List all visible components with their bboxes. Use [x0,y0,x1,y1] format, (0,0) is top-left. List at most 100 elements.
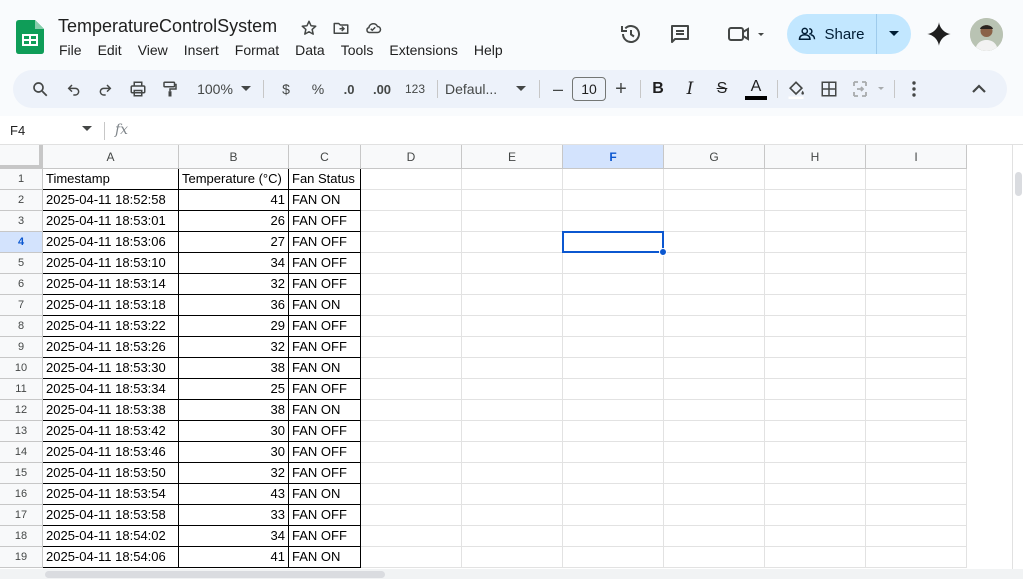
menu-extensions[interactable]: Extensions [381,40,465,60]
cell-b19[interactable]: 41 [179,547,289,568]
cell-c11[interactable]: FAN OFF [289,379,361,400]
cell-h6[interactable] [765,274,866,295]
merge-cells-icon[interactable] [851,70,887,108]
column-header-b[interactable]: B [179,145,289,169]
cell-d14[interactable] [361,442,462,463]
cell-i13[interactable] [866,421,967,442]
fill-color-icon[interactable] [784,70,808,108]
row-header[interactable]: 12 [0,400,43,421]
cell-h10[interactable] [765,358,866,379]
column-header-h[interactable]: H [765,145,866,169]
cell-d1[interactable] [361,169,462,190]
share-button[interactable]: Share [787,14,877,54]
cell-c15[interactable]: FAN OFF [289,463,361,484]
cell-g17[interactable] [664,505,765,526]
cell-c10[interactable]: FAN ON [289,358,361,379]
cell-g7[interactable] [664,295,765,316]
cell-d19[interactable] [361,547,462,568]
format-percent-button[interactable]: % [307,70,329,108]
cell-a18[interactable]: 2025-04-11 18:54:02 [43,526,179,547]
column-header-e[interactable]: E [462,145,563,169]
cell-a14[interactable]: 2025-04-11 18:53:46 [43,442,179,463]
cell-g1[interactable] [664,169,765,190]
row-header[interactable]: 3 [0,211,43,232]
cell-e18[interactable] [462,526,563,547]
cell-e4[interactable] [462,232,563,253]
decrease-font-size-button[interactable]: – [548,70,568,108]
cell-a13[interactable]: 2025-04-11 18:53:42 [43,421,179,442]
cell-b3[interactable]: 26 [179,211,289,232]
row-header[interactable]: 19 [0,547,43,568]
document-title[interactable]: TemperatureControlSystem [58,16,277,37]
zoom-caret-icon[interactable] [239,70,253,108]
cell-e1[interactable] [462,169,563,190]
cell-c13[interactable]: FAN OFF [289,421,361,442]
cell-g9[interactable] [664,337,765,358]
cell-b2[interactable]: 41 [179,190,289,211]
cell-g14[interactable] [664,442,765,463]
cell-c14[interactable]: FAN OFF [289,442,361,463]
cell-b17[interactable]: 33 [179,505,289,526]
cell-d6[interactable] [361,274,462,295]
cell-h13[interactable] [765,421,866,442]
cell-i4[interactable] [866,232,967,253]
cell-i3[interactable] [866,211,967,232]
cell-i17[interactable] [866,505,967,526]
cell-a17[interactable]: 2025-04-11 18:53:58 [43,505,179,526]
cell-a4[interactable]: 2025-04-11 18:53:06 [43,232,179,253]
sheets-logo-icon[interactable] [16,20,44,54]
cell-g6[interactable] [664,274,765,295]
cell-b13[interactable]: 30 [179,421,289,442]
cell-g16[interactable] [664,484,765,505]
column-header-a[interactable]: A [43,145,179,169]
star-icon[interactable] [298,17,320,39]
cell-e15[interactable] [462,463,563,484]
cell-h18[interactable] [765,526,866,547]
cell-b9[interactable]: 32 [179,337,289,358]
cell-i9[interactable] [866,337,967,358]
gemini-icon[interactable] [922,17,956,51]
row-header[interactable]: 11 [0,379,43,400]
move-folder-icon[interactable] [330,17,352,39]
cell-g13[interactable] [664,421,765,442]
cell-c9[interactable]: FAN OFF [289,337,361,358]
menu-format[interactable]: Format [227,40,287,60]
cell-h16[interactable] [765,484,866,505]
cell-d3[interactable] [361,211,462,232]
row-header[interactable]: 10 [0,358,43,379]
cell-h4[interactable] [765,232,866,253]
menu-help[interactable]: Help [466,40,511,60]
cell-e13[interactable] [462,421,563,442]
strikethrough-button[interactable]: S [711,70,733,108]
cell-c6[interactable]: FAN OFF [289,274,361,295]
cell-a9[interactable]: 2025-04-11 18:53:26 [43,337,179,358]
zoom-select[interactable]: 100% [193,70,237,108]
column-header-d[interactable]: D [361,145,462,169]
cell-f12[interactable] [563,400,664,421]
cell-b6[interactable]: 32 [179,274,289,295]
cell-d2[interactable] [361,190,462,211]
cell-i15[interactable] [866,463,967,484]
paint-format-icon[interactable] [157,70,183,108]
cell-g12[interactable] [664,400,765,421]
cell-h17[interactable] [765,505,866,526]
cell-b12[interactable]: 38 [179,400,289,421]
cell-f6[interactable] [563,274,664,295]
cell-d15[interactable] [361,463,462,484]
cell-f13[interactable] [563,421,664,442]
redo-icon[interactable] [92,70,118,108]
undo-icon[interactable] [61,70,87,108]
cell-g10[interactable] [664,358,765,379]
cell-f1[interactable] [563,169,664,190]
cell-a8[interactable]: 2025-04-11 18:53:22 [43,316,179,337]
cell-e2[interactable] [462,190,563,211]
cell-c4[interactable]: FAN OFF [289,232,361,253]
cell-d8[interactable] [361,316,462,337]
row-header[interactable]: 17 [0,505,43,526]
cell-i10[interactable] [866,358,967,379]
cell-b4[interactable]: 27 [179,232,289,253]
cell-g15[interactable] [664,463,765,484]
cell-f9[interactable] [563,337,664,358]
row-header[interactable]: 4 [0,232,43,253]
cell-f2[interactable] [563,190,664,211]
